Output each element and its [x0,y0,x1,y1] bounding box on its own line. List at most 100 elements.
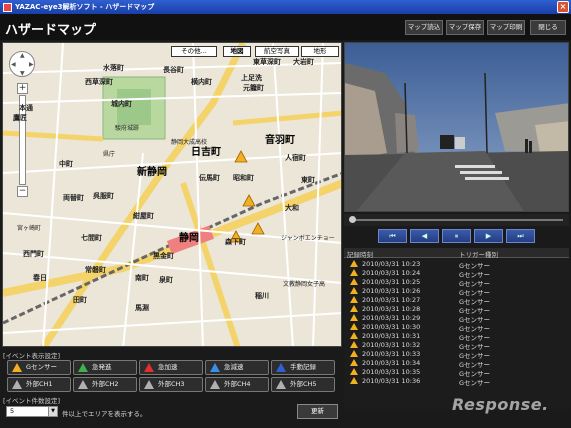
update-button[interactable]: 更新 [297,404,338,419]
log-list[interactable]: 2010/03/31 10:23 Gセンサー 2010/03/31 10:24 Gセ… [344,259,569,409]
map-label: 城内町 [111,100,132,108]
play-icon[interactable]: ▶ [474,229,503,243]
map-label: 呉服町 [93,192,114,200]
map-type-map[interactable]: 地図 [223,46,251,57]
rewind-icon[interactable]: ◀ [410,229,439,243]
list-item[interactable]: 2010/03/31 10:35 Gセンサー [344,367,569,378]
list-item[interactable]: 2010/03/31 10:24 Gセンサー [344,268,569,279]
map-label: 新静岡 [137,167,167,178]
event-external-ch3-button[interactable]: 外部CH3 [139,377,203,392]
event-color-icon [276,380,286,389]
list-item[interactable]: 2010/03/31 10:29 Gセンサー [344,313,569,324]
col-type-header[interactable]: トリガー種別 [459,249,498,259]
close-button[interactable]: 閉じる [530,20,566,35]
watermark-logo: Response. [452,395,549,414]
map-save-button[interactable]: マップ保存 [446,20,484,35]
zoom-out-button[interactable]: − [17,186,28,197]
event-external-ch1-button[interactable]: 外部CH1 [7,377,71,392]
event-external-ch5-button[interactable]: 外部CH5 [271,377,335,392]
seek-track[interactable] [352,219,563,221]
window-close-button[interactable]: × [557,1,569,13]
map-label: 本通 [19,104,33,112]
map-load-button[interactable]: マップ読込 [405,20,443,35]
event-color-icon [144,363,154,372]
map-label: 常磐町 [85,266,106,274]
list-item[interactable]: 2010/03/31 10:34 Gセンサー [344,358,569,369]
skip-back-icon[interactable]: ⏮ [378,229,407,243]
dashcam-image [345,43,568,211]
map-label: 駿府城跡 [115,125,140,132]
warning-icon [350,341,358,348]
map-label: 県庁 [103,151,116,158]
warning-icon [350,260,358,267]
list-item[interactable]: 2010/03/31 10:27 Gセンサー [344,295,569,306]
map-label: 昭和町 [233,174,254,182]
warning-icon [350,269,358,276]
app-icon [3,2,12,12]
list-item[interactable]: 2010/03/31 10:25 Gセンサー [344,277,569,288]
log-header: 記録時刻 トリガー種別 [344,248,569,259]
event-external-ch4-button[interactable]: 外部CH4 [205,377,269,392]
map-type-terrain[interactable]: 地形 [301,46,339,57]
map-label: 伝馬町 [199,174,220,182]
seek-handle[interactable] [349,216,356,223]
event-color-icon [210,363,220,372]
warning-icon [350,305,358,312]
event-color-icon [12,363,22,372]
event-sudden-decel-button[interactable]: 急減速 [205,360,269,375]
list-item[interactable]: 2010/03/31 10:32 Gセンサー [344,340,569,351]
map-label: 大岩町 [293,58,314,66]
map-canvas [3,43,341,346]
list-item[interactable]: 2010/03/31 10:30 Gセンサー [344,322,569,333]
chevron-down-icon[interactable]: ▼ [48,407,57,416]
pan-down-icon[interactable]: ▼ [20,70,25,77]
map-label: 七間町 [81,234,102,242]
list-item[interactable]: 2010/03/31 10:31 Gセンサー [344,331,569,342]
warning-icon [350,368,358,375]
video-frame [344,42,569,212]
pan-left-icon[interactable]: ◀ [11,61,16,68]
list-item[interactable]: 2010/03/31 10:23 Gセンサー [344,259,569,270]
map-type-satellite[interactable]: 航空写真 [255,46,299,57]
map-print-button[interactable]: マップ印刷 [487,20,525,35]
video-seekbar[interactable] [344,214,569,226]
event-sudden-start-button[interactable]: 急発進 [73,360,137,375]
map-label: 西門町 [23,250,44,258]
event-manual-record-button[interactable]: 手動記録 [271,360,335,375]
event-color-icon [276,363,286,372]
map-type-other[interactable]: その他... [171,46,217,57]
map-label: 大和 [285,204,299,212]
event-sudden-accel-button[interactable]: 急加速 [139,360,203,375]
map-label: 音羽町 [265,135,295,146]
event-count-select[interactable]: 5 ▼ [6,406,58,417]
pan-up-icon[interactable]: ▲ [20,52,25,59]
list-item[interactable]: 2010/03/31 10:33 Gセンサー [344,349,569,360]
warning-icon [350,278,358,285]
map-panel[interactable]: その他... 地図 航空写真 地形 ▲ ▼ ◀ ▶ + − 東草深町 水落町 西… [2,42,342,347]
list-item[interactable]: 2010/03/31 10:36 Gセンサー [344,376,569,387]
event-color-icon [144,380,154,389]
zoom-in-button[interactable]: + [17,83,28,94]
event-display-title: [イベント表示設定] [3,352,61,360]
list-item[interactable]: 2010/03/31 10:26 Gセンサー [344,286,569,297]
map-label: 西草深町 [85,78,113,86]
map-label: 水落町 [103,64,124,72]
pan-right-icon[interactable]: ▶ [29,61,34,68]
skip-forward-icon[interactable]: ⏭ [506,229,535,243]
event-external-ch2-button[interactable]: 外部CH2 [73,377,137,392]
list-item[interactable]: 2010/03/31 10:28 Gセンサー [344,304,569,315]
pause-icon[interactable]: ⏸ [442,229,471,243]
map-pan-control[interactable]: ▲ ▼ ◀ ▶ [9,51,35,77]
page-title: ハザードマップ [5,23,97,38]
player-controls: ⏮ ◀ ⏸ ▶ ⏭ [344,229,569,245]
event-g-sensor-button[interactable]: Gセンサー [7,360,71,375]
event-color-icon [210,380,220,389]
col-time-header[interactable]: 記録時刻 [347,249,373,259]
warning-icon [350,359,358,366]
map-label: 鷹匠 [13,114,27,122]
map-label: 上足洗 [241,74,262,82]
map-label: 稲川 [255,292,269,300]
map-label: 宮ヶ崎町 [17,225,42,232]
map-label: 田町 [73,296,87,304]
map-label: ジャンボエンチョー [281,235,335,242]
